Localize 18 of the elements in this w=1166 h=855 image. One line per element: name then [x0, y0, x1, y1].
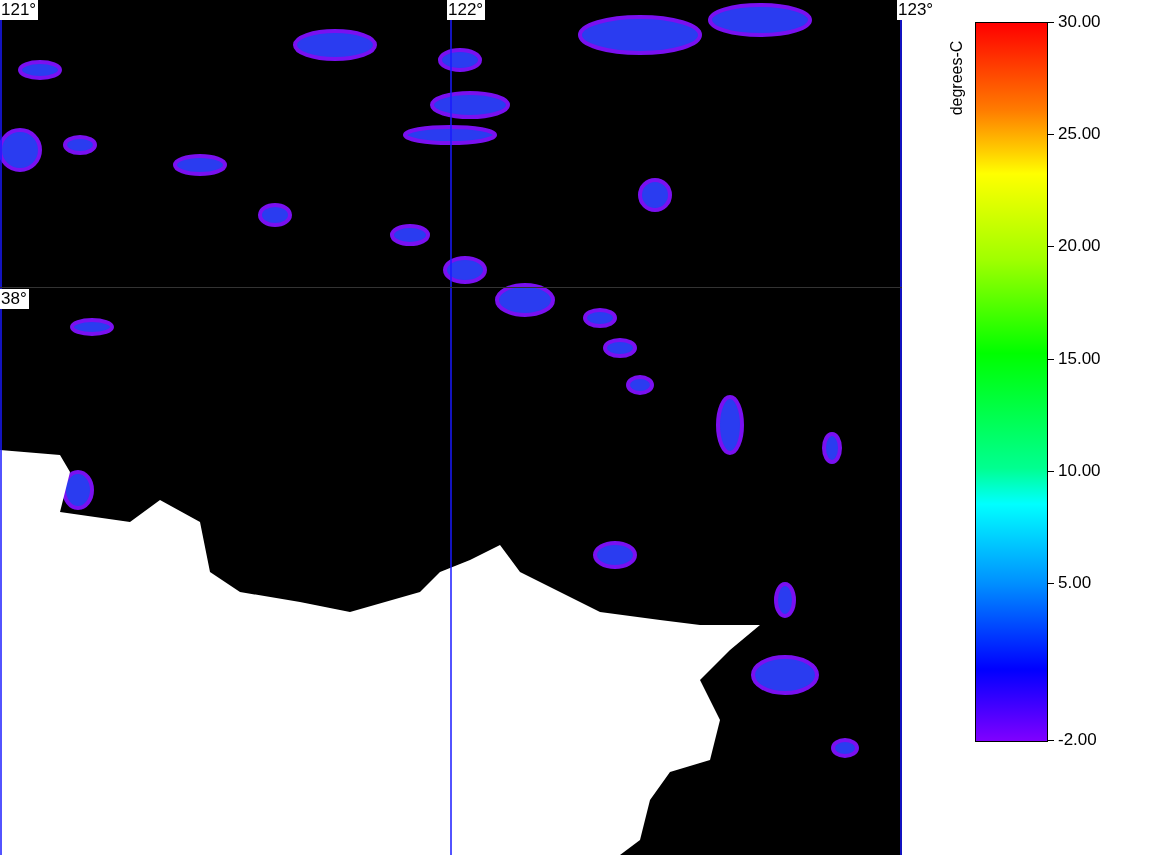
tick-label: 20.00 [1058, 236, 1101, 257]
tick-label: 10.00 [1058, 460, 1101, 481]
tick-mark [1047, 740, 1054, 741]
longitude-label: 122° [447, 0, 486, 20]
longitude-label: 121° [0, 0, 39, 20]
tick-label: 5.00 [1058, 572, 1092, 593]
tick-label: 25.00 [1058, 124, 1101, 145]
tick-mark [1047, 246, 1054, 248]
colorbar-title: degrees-C [948, 40, 966, 116]
tick-mark [1047, 134, 1054, 136]
tick-label: -2.00 [1058, 730, 1097, 750]
tick-label: 15.00 [1058, 348, 1101, 369]
latitude-label: 38° [0, 289, 29, 309]
tick-mark [1047, 22, 1054, 23]
tick-mark [1047, 470, 1054, 472]
tick-mark [1047, 582, 1054, 584]
tick-label: 30.00 [1058, 12, 1101, 32]
tick-mark [1047, 358, 1054, 360]
